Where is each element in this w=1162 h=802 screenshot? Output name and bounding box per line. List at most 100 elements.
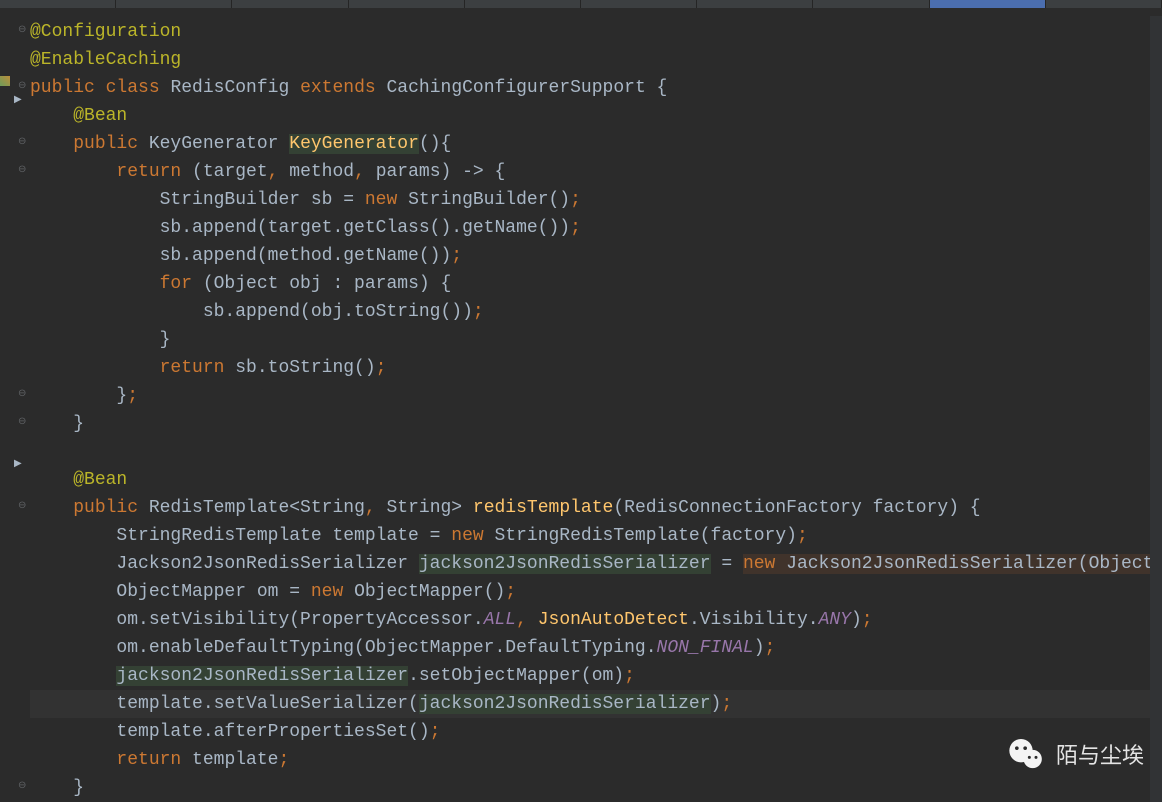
highlighted-id: jackson2JsonRedisSerializer [419, 694, 711, 714]
semicolon: ; [570, 190, 581, 210]
text: om.enableDefaultTyping(ObjectMapper.Defa… [30, 638, 657, 658]
op: , [354, 162, 365, 182]
tab[interactable] [813, 0, 929, 8]
highlighted-id: jackson2JsonRedisSerializer [116, 666, 408, 686]
fold-icon[interactable]: ⊖ [18, 390, 28, 400]
run-caret-icon[interactable]: ▶ [14, 458, 22, 470]
keyword: new [311, 582, 343, 602]
text: ) [711, 694, 722, 714]
gutter-mark-icon [0, 76, 10, 86]
annotation: @Configuration [30, 22, 181, 42]
text: } [30, 330, 170, 350]
watermark: 陌与尘埃 [1006, 734, 1144, 774]
semicolon: ; [721, 694, 732, 714]
text: StringBuilder sb = [30, 190, 365, 210]
text: (Object obj : params) { [192, 274, 451, 294]
keyword: for [160, 274, 192, 294]
tab-active[interactable] [930, 0, 1046, 8]
text: ) [851, 610, 862, 630]
text: .setObjectMapper(om) [408, 666, 624, 686]
annotation: @Bean [73, 106, 127, 126]
fold-icon[interactable]: ⊖ [18, 418, 28, 428]
semicolon: ; [505, 582, 516, 602]
keyword: new [451, 526, 483, 546]
highlighted-id: jackson2JsonRedisSerializer [419, 554, 711, 574]
semicolon: ; [765, 638, 776, 658]
text: RedisTemplate<String [138, 498, 365, 518]
tab[interactable] [232, 0, 348, 8]
code-editor[interactable]: ⊖ ⊖ ▶ ⊖ ⊖ ⊖ ⊖ ▶ ⊖ ⊖ @Configuration @Enab… [0, 8, 1162, 802]
gutter: ⊖ ⊖ ▶ ⊖ ⊖ ⊖ ⊖ ▶ ⊖ ⊖ [0, 8, 30, 802]
keyword: extends [300, 78, 376, 98]
type: JsonAutoDetect [538, 610, 689, 630]
fold-icon[interactable]: ⊖ [18, 82, 28, 92]
text: template.setValueSerializer( [30, 694, 419, 714]
text: ObjectMapper() [343, 582, 505, 602]
keyword: return [116, 750, 181, 770]
text [30, 666, 116, 686]
text: .Visibility. [689, 610, 819, 630]
text: Jackson2JsonRedisSerializer [30, 554, 419, 574]
semicolon: ; [278, 750, 289, 770]
keyword: return [160, 358, 225, 378]
tab-bar[interactable] [0, 0, 1162, 8]
semicolon: ; [624, 666, 635, 686]
text: (){ [419, 134, 451, 154]
text: ) [754, 638, 765, 658]
fold-icon[interactable]: ⊖ [18, 26, 28, 36]
run-caret-icon[interactable]: ▶ [14, 94, 22, 106]
keyword: return [116, 162, 181, 182]
text: StringRedisTemplate template = [30, 526, 451, 546]
semicolon: ; [376, 358, 387, 378]
semicolon: ; [797, 526, 808, 546]
text: KeyGenerator [138, 134, 289, 154]
tab[interactable] [465, 0, 581, 8]
tab[interactable] [697, 0, 813, 8]
text: } [30, 386, 127, 406]
keyword: public [73, 134, 138, 154]
tab[interactable] [116, 0, 232, 8]
text: sb.append(method.getName()) [30, 246, 451, 266]
keyword: new [365, 190, 397, 210]
text: ObjectMapper om = [30, 582, 311, 602]
text: template.afterPropertiesSet() [30, 722, 430, 742]
method-name: KeyGenerator [289, 134, 419, 154]
code-area[interactable]: @Configuration @EnableCaching public cla… [30, 8, 1162, 802]
text: method [278, 162, 354, 182]
semicolon: ; [451, 246, 462, 266]
keyword: class [106, 78, 160, 98]
annotation: @EnableCaching [30, 50, 181, 70]
keyword: new [743, 554, 775, 574]
fold-icon[interactable]: ⊖ [18, 502, 28, 512]
text: sb.append(target.getClass().getName()) [30, 218, 570, 238]
text: (RedisConnectionFactory factory) { [613, 498, 980, 518]
error-stripe[interactable] [1150, 16, 1162, 802]
semicolon: ; [862, 610, 873, 630]
text: StringBuilder() [397, 190, 570, 210]
text: } [30, 778, 84, 798]
tab[interactable] [349, 0, 465, 8]
semicolon: ; [570, 218, 581, 238]
keyword: public [30, 78, 95, 98]
semicolon: ; [127, 386, 138, 406]
text: RedisConfig [160, 78, 300, 98]
fold-icon[interactable]: ⊖ [18, 166, 28, 176]
text: params) -> { [365, 162, 505, 182]
op: , [516, 610, 527, 630]
text: (target [181, 162, 267, 182]
annotation: @Bean [73, 470, 127, 490]
fold-icon[interactable]: ⊖ [18, 782, 28, 792]
semicolon: ; [430, 722, 441, 742]
tab[interactable] [1046, 0, 1162, 8]
method-name: redisTemplate [473, 498, 613, 518]
text: CachingConfigurerSupport { [376, 78, 668, 98]
text: Jackson2JsonRedisSerializer(Object. [775, 554, 1162, 574]
watermark-text: 陌与尘埃 [1056, 738, 1144, 770]
tab[interactable] [0, 0, 116, 8]
tab[interactable] [581, 0, 697, 8]
text: StringRedisTemplate(factory) [484, 526, 797, 546]
op: , [365, 498, 376, 518]
keyword: public [73, 498, 138, 518]
text: } [30, 414, 84, 434]
fold-icon[interactable]: ⊖ [18, 138, 28, 148]
